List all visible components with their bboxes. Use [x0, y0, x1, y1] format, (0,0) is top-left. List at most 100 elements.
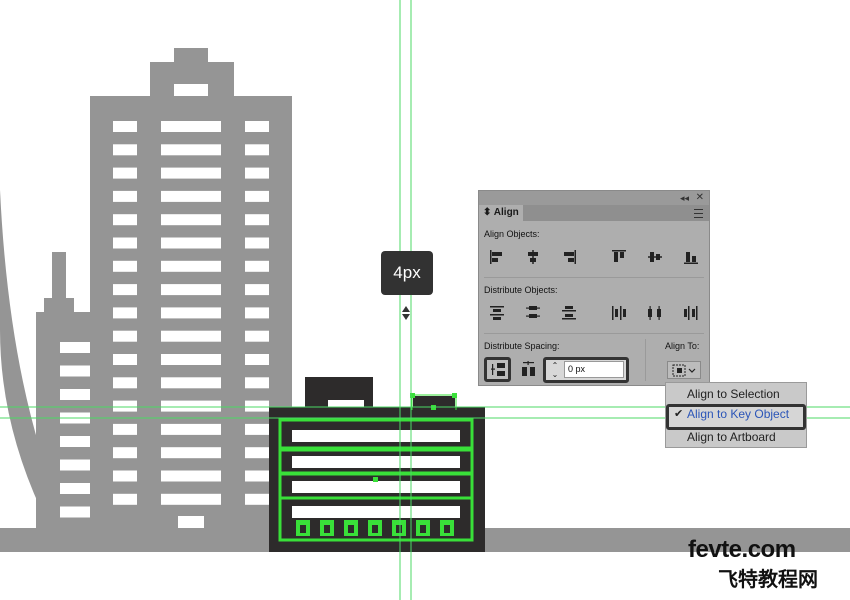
- vertical-distribute-top-icon[interactable]: [487, 303, 507, 323]
- window: [245, 284, 269, 296]
- stepper-arrows-icon[interactable]: ⌃ ⌄: [548, 361, 562, 379]
- horizontal-distribute-left-icon[interactable]: [609, 303, 629, 323]
- collapse-icon[interactable]: ◂◂: [680, 191, 689, 205]
- horizontal-distribute-space-button[interactable]: [519, 359, 539, 379]
- window: [113, 260, 137, 272]
- window: [60, 342, 90, 353]
- watermark-domain: fevte.com: [688, 536, 796, 563]
- horizontal-distribute-right-icon[interactable]: [681, 303, 701, 323]
- window: [113, 121, 137, 132]
- dark-building[interactable]: [269, 377, 485, 552]
- checkmark-icon: ✔: [674, 408, 684, 420]
- tooltip-text: 4px: [393, 263, 421, 282]
- window: [113, 493, 137, 505]
- window: [113, 190, 137, 202]
- window: [161, 423, 221, 435]
- vertical-align-top-icon[interactable]: [609, 247, 629, 267]
- window: [60, 506, 90, 518]
- window: [60, 483, 90, 494]
- window: [245, 493, 269, 505]
- tall-building: [90, 48, 292, 528]
- menu-item-label: Align to Key Object: [687, 407, 790, 421]
- artboard-canvas[interactable]: [0, 0, 850, 600]
- align-to-menu[interactable]: Align to Selection ✔ Align to Key Object …: [665, 382, 807, 448]
- window: [60, 459, 90, 471]
- align-to-label: Align To:: [665, 341, 700, 351]
- window: [161, 214, 221, 226]
- tab-align-label: Align: [493, 207, 519, 218]
- window: [245, 307, 269, 319]
- spacing-stepper[interactable]: ⌃ ⌄ 0 px: [543, 357, 629, 383]
- close-icon[interactable]: ✕: [696, 191, 704, 205]
- window: [245, 167, 269, 179]
- vertical-distribute-space-button[interactable]: [484, 357, 511, 382]
- panel-titlebar[interactable]: ◂◂ ✕: [479, 191, 709, 205]
- panel-separator: [484, 333, 704, 334]
- window-inner: [300, 525, 306, 533]
- menu-item-label: Align to Artboard: [687, 430, 776, 444]
- window: [113, 144, 137, 156]
- tab-align[interactable]: ⬍ Align: [479, 205, 523, 221]
- window: [113, 400, 137, 412]
- window: [161, 167, 221, 179]
- distribute-objects-label: Distribute Objects:: [484, 285, 558, 295]
- window: [245, 470, 269, 482]
- window: [161, 260, 221, 272]
- window: [113, 447, 137, 459]
- window: [161, 307, 221, 319]
- window: [60, 389, 90, 400]
- distribute-spacing-label: Distribute Spacing:: [484, 341, 560, 351]
- window: [161, 284, 221, 296]
- window: [245, 400, 269, 412]
- window: [245, 377, 269, 389]
- panel-separator: [484, 277, 704, 278]
- panel-menu-icon[interactable]: [694, 209, 703, 218]
- horizontal-align-left-icon[interactable]: [487, 247, 507, 267]
- window: [245, 190, 269, 202]
- menu-item-align-to-selection[interactable]: Align to Selection: [666, 384, 806, 404]
- vertical-align-bottom-icon[interactable]: [681, 247, 701, 267]
- window: [60, 436, 90, 447]
- panel-tabbar: ⬍ Align: [479, 205, 709, 221]
- window: [113, 237, 137, 249]
- window: [161, 330, 221, 342]
- horizontal-align-right-icon[interactable]: [559, 247, 579, 267]
- horizontal-align-center-icon[interactable]: [523, 247, 543, 267]
- window: [161, 447, 221, 459]
- window-inner: [396, 525, 402, 533]
- vertical-distribute-bottom-icon[interactable]: [559, 303, 579, 323]
- vertical-align-center-icon[interactable]: [645, 247, 665, 267]
- measurement-tooltip: 4px: [381, 251, 433, 295]
- spacing-input[interactable]: 0 px: [564, 361, 624, 378]
- window: [245, 447, 269, 459]
- window: [113, 330, 137, 342]
- window: [113, 214, 137, 226]
- align-panel[interactable]: ◂◂ ✕ ⬍ Align Align Objects: Distribute O…: [478, 190, 710, 386]
- panel-vertical-separator: [645, 339, 646, 381]
- window: [161, 400, 221, 412]
- window: [161, 493, 221, 505]
- window: [161, 190, 221, 202]
- horizontal-distribute-center-icon[interactable]: [645, 303, 665, 323]
- window: [245, 144, 269, 156]
- window: [113, 167, 137, 179]
- window: [113, 284, 137, 296]
- watermark-site-name: 飞特教程网: [718, 569, 818, 591]
- window: [245, 121, 269, 132]
- menu-item-align-to-artboard[interactable]: Align to Artboard: [666, 427, 806, 447]
- vertical-distribute-center-icon[interactable]: [523, 303, 543, 323]
- window: [161, 354, 221, 365]
- window-inner: [348, 525, 354, 533]
- window-inner: [324, 525, 330, 533]
- align-to-dropdown-button[interactable]: [667, 361, 701, 379]
- horizontal-distribute-space-icon: [522, 361, 535, 376]
- window: [245, 354, 269, 365]
- window: [245, 237, 269, 249]
- window: [113, 307, 137, 319]
- window-inner: [372, 525, 378, 533]
- window: [161, 144, 221, 156]
- window: [113, 377, 137, 389]
- window: [161, 121, 221, 132]
- window-inner: [444, 525, 450, 533]
- window: [161, 470, 221, 482]
